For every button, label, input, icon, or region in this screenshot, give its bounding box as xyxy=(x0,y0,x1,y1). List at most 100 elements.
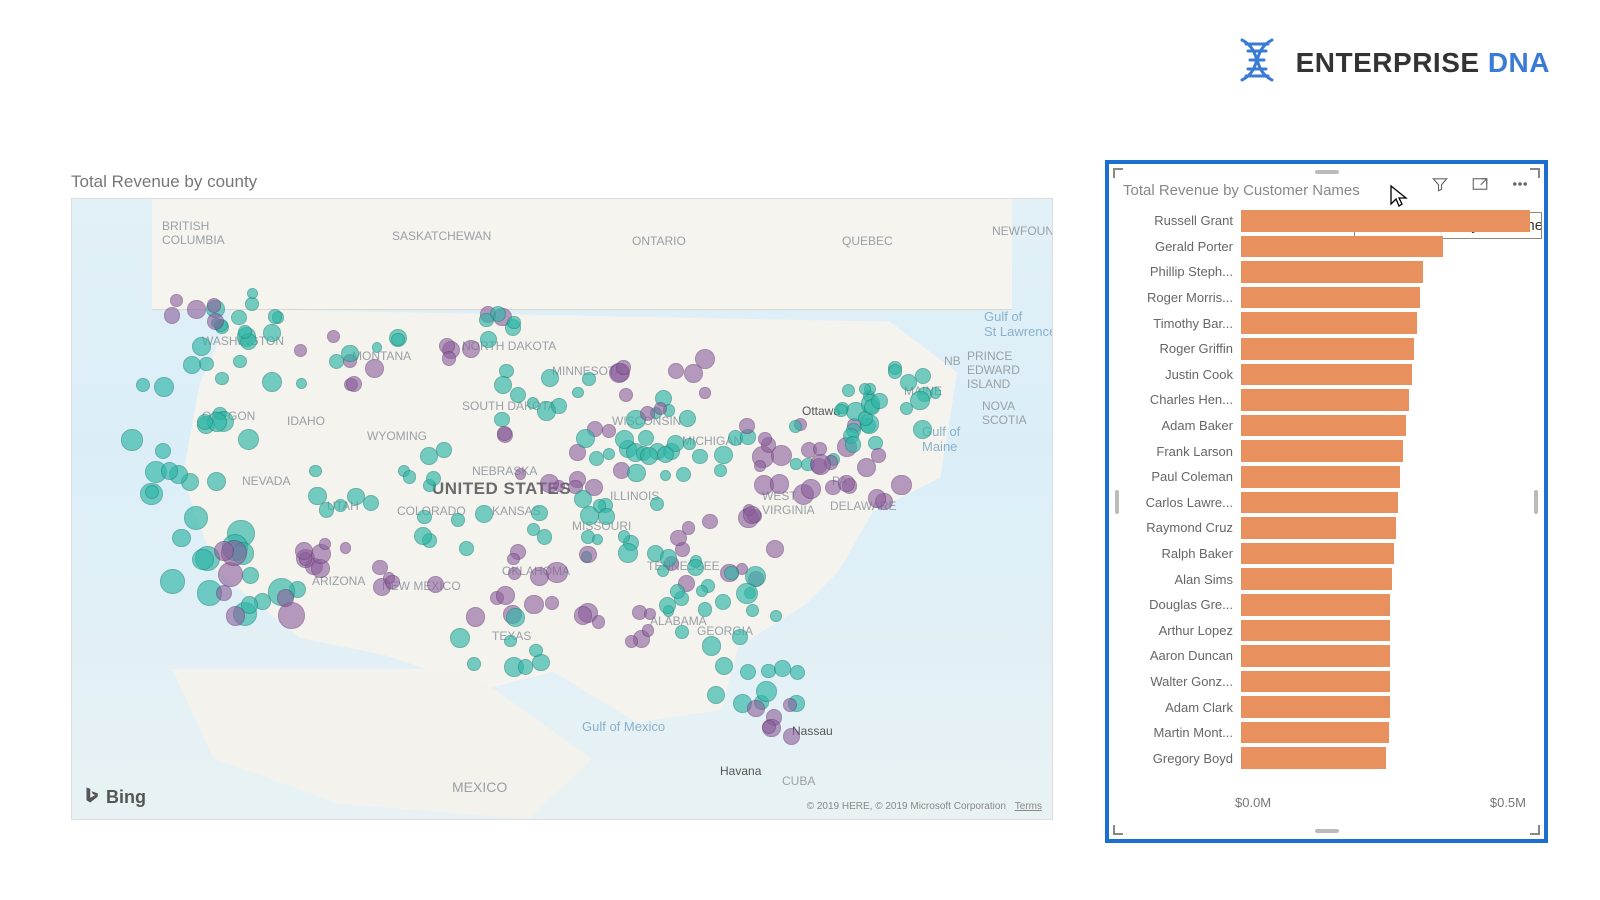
map-bubble[interactable] xyxy=(650,497,664,511)
map-bubble[interactable] xyxy=(462,340,480,358)
map-bubble[interactable] xyxy=(294,344,307,357)
map-bubble[interactable] xyxy=(170,294,183,307)
map-bubble[interactable] xyxy=(580,506,599,525)
map-bubble[interactable] xyxy=(197,414,213,430)
map-bubble[interactable] xyxy=(845,436,861,452)
map-bubble[interactable] xyxy=(247,288,258,299)
map-bubble[interactable] xyxy=(659,597,676,614)
map-bubble[interactable] xyxy=(479,313,494,328)
map-bubble[interactable] xyxy=(531,505,547,521)
map-bubble[interactable] xyxy=(670,584,685,599)
map-bubble[interactable] xyxy=(480,331,497,348)
map-bubble[interactable] xyxy=(640,406,655,421)
map-bubble[interactable] xyxy=(715,594,731,610)
map-bubble[interactable] xyxy=(582,372,595,385)
map-bubble[interactable] xyxy=(192,337,211,356)
map-bubble[interactable] xyxy=(417,510,432,525)
map-bubble[interactable] xyxy=(660,470,671,481)
map-bubble[interactable] xyxy=(467,657,482,672)
map-bubble[interactable] xyxy=(619,388,633,402)
map-bubble[interactable] xyxy=(263,324,281,342)
map-bubble[interactable] xyxy=(161,462,179,480)
map-bubble[interactable] xyxy=(743,506,761,524)
map-bubble[interactable] xyxy=(347,488,365,506)
map-bubble[interactable] xyxy=(687,559,704,576)
map-bubble[interactable] xyxy=(930,387,942,399)
map-bubble[interactable] xyxy=(714,446,732,464)
map-bubble[interactable] xyxy=(790,458,801,469)
map-bubble[interactable] xyxy=(436,442,451,457)
map-bubble[interactable] xyxy=(262,372,282,392)
map-bubble[interactable] xyxy=(504,635,516,647)
map-bubble[interactable] xyxy=(789,420,802,433)
map-bubble[interactable] xyxy=(496,586,515,605)
map-bubble[interactable] xyxy=(545,596,558,609)
map-bubble[interactable] xyxy=(572,387,583,398)
map-bubble[interactable] xyxy=(187,300,206,319)
map-bubble[interactable] xyxy=(199,357,213,371)
map-bubble[interactable] xyxy=(385,575,399,589)
resize-handle-left[interactable] xyxy=(1115,490,1119,514)
map-bubble[interactable] xyxy=(546,562,567,583)
map-bubble[interactable] xyxy=(524,595,544,615)
map-bubble[interactable] xyxy=(329,354,344,369)
bar-row[interactable]: Aaron Duncan xyxy=(1123,643,1530,669)
map-bubble[interactable] xyxy=(215,372,228,385)
map-bubble[interactable] xyxy=(654,402,667,415)
bar-row[interactable]: Douglas Gre... xyxy=(1123,592,1530,618)
bar-row[interactable]: Gerald Porter xyxy=(1123,234,1530,260)
map-bubble[interactable] xyxy=(640,447,658,465)
map-bubble[interactable] xyxy=(771,445,792,466)
map-bubble[interactable] xyxy=(684,364,703,383)
map-bubble[interactable] xyxy=(676,467,691,482)
map-bubble[interactable] xyxy=(756,681,777,702)
map-bubble[interactable] xyxy=(529,644,543,658)
map-bubble[interactable] xyxy=(770,610,782,622)
resize-handle-top[interactable] xyxy=(1315,170,1339,174)
map-bubble[interactable] xyxy=(372,342,383,353)
map-bubble[interactable] xyxy=(551,398,567,414)
map-bubble[interactable] xyxy=(770,474,789,493)
map-visual[interactable]: BRITISH COLUMBIA SASKATCHEWAN ONTARIO QU… xyxy=(71,198,1053,820)
map-bubble[interactable] xyxy=(183,356,201,374)
map-bubble[interactable] xyxy=(754,460,767,473)
map-bubble[interactable] xyxy=(740,664,756,680)
filter-icon[interactable] xyxy=(1430,174,1450,194)
map-bubble[interactable] xyxy=(451,513,465,527)
map-bubble[interactable] xyxy=(319,502,334,517)
more-options-icon[interactable] xyxy=(1510,174,1530,194)
map-bubble[interactable] xyxy=(442,351,456,365)
map-bubble[interactable] xyxy=(915,368,931,384)
map-bubble[interactable] xyxy=(592,615,606,629)
map-bubble[interactable] xyxy=(810,454,831,475)
map-bubble[interactable] xyxy=(238,429,259,450)
bar-row[interactable]: Charles Hen... xyxy=(1123,387,1530,413)
map-bubble[interactable] xyxy=(910,391,929,410)
map-bubble[interactable] xyxy=(346,376,362,392)
map-bubble[interactable] xyxy=(574,606,592,624)
map-bubble[interactable] xyxy=(692,449,708,465)
bar-row[interactable]: Carlos Lawre... xyxy=(1123,490,1530,516)
map-bubble[interactable] xyxy=(644,608,656,620)
bar-row[interactable]: Gregory Boyd xyxy=(1123,745,1530,771)
map-bubble[interactable] xyxy=(783,728,801,746)
map-bubble[interactable] xyxy=(506,608,524,626)
map-bubble[interactable] xyxy=(450,628,470,648)
map-bubble[interactable] xyxy=(391,333,405,347)
map-bubble[interactable] xyxy=(625,635,638,648)
map-bubble[interactable] xyxy=(618,530,630,542)
bar-row[interactable]: Frank Larson xyxy=(1123,438,1530,464)
bar-row[interactable]: Roger Griffin xyxy=(1123,336,1530,362)
map-bubble[interactable] xyxy=(160,569,185,594)
resize-handle-br[interactable] xyxy=(1526,821,1540,835)
map-bubble[interactable] xyxy=(579,546,597,564)
terms-link[interactable]: Terms xyxy=(1015,801,1042,812)
map-bubble[interactable] xyxy=(507,553,519,565)
bar-row[interactable]: Ralph Baker xyxy=(1123,541,1530,567)
map-bubble[interactable] xyxy=(466,607,485,626)
bar-row[interactable]: Adam Baker xyxy=(1123,413,1530,439)
map-bubble[interactable] xyxy=(218,562,243,587)
map-bubble[interactable] xyxy=(871,393,888,410)
map-bubble[interactable] xyxy=(627,464,646,483)
map-bubble[interactable] xyxy=(426,471,441,486)
